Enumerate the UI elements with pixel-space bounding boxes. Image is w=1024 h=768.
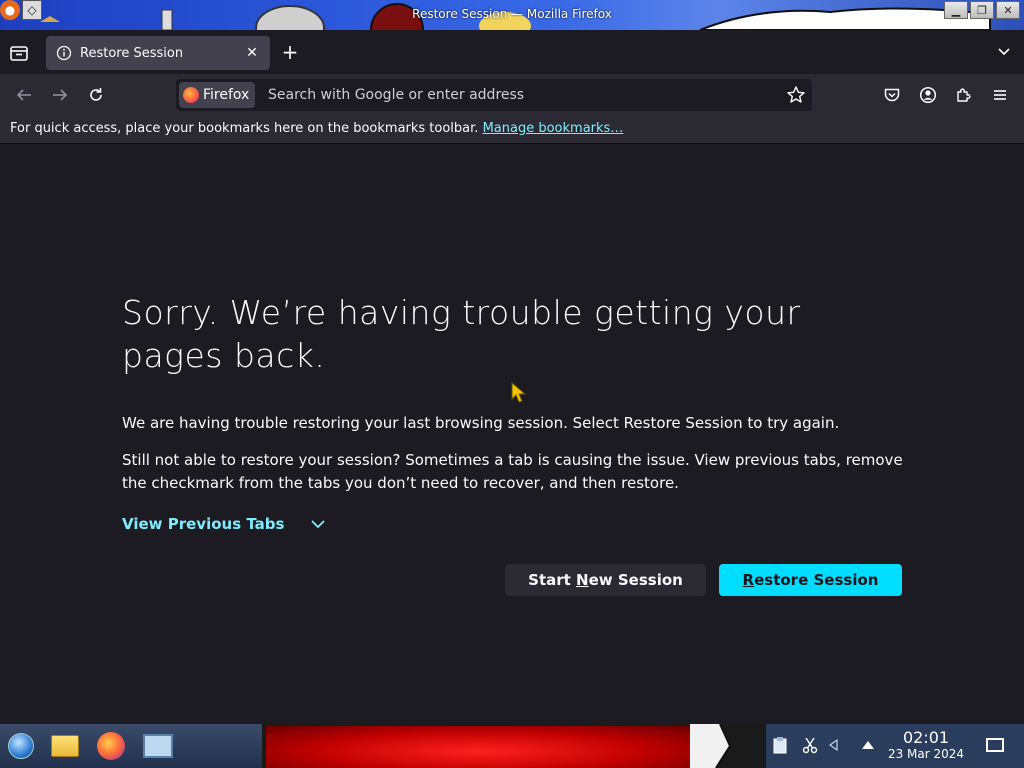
volume-icon <box>828 738 838 752</box>
restore-description: We are having trouble restoring your las… <box>122 414 840 432</box>
start-new-session-button[interactable]: Start New Session <box>505 564 706 596</box>
wallpaper-art-decoration <box>690 724 732 768</box>
close-button[interactable]: ✕ <box>996 1 1020 19</box>
view-previous-tabs-toggle[interactable]: View Previous Tabs <box>122 515 326 533</box>
identity-box[interactable]: Firefox <box>179 82 256 108</box>
file-manager-launcher[interactable] <box>49 730 81 762</box>
address-input[interactable] <box>268 79 768 111</box>
window-titlebar: ● ◇ Restore Session — Mozilla Firefox ▁ … <box>0 0 1024 30</box>
view-previous-tabs-label: View Previous Tabs <box>122 515 285 533</box>
mouse-cursor-icon <box>511 382 527 403</box>
troubleshoot-description: Still not able to restore your session? … <box>122 451 903 492</box>
chevron-down-icon[interactable] <box>996 44 1012 60</box>
bookmarks-message: For quick access, place your bookmarks h… <box>10 121 479 136</box>
info-icon <box>56 45 72 61</box>
tab-strip: Restore Session ✕ + <box>0 30 1024 74</box>
show-desktop-button[interactable] <box>986 738 1004 752</box>
clock-date: 23 Mar 2024 <box>887 747 965 761</box>
start-orb-icon <box>8 733 34 759</box>
tab-label: Restore Session <box>80 45 184 61</box>
firefox-logo-icon <box>183 87 199 103</box>
page-title: Sorry. We’re having trouble getting your… <box>122 293 801 375</box>
scissors-icon <box>802 737 818 754</box>
restore-button[interactable]: ❐ <box>970 1 994 19</box>
system-settings-launcher[interactable] <box>142 730 174 762</box>
tray-expand-button[interactable] <box>859 736 877 754</box>
puzzle-icon <box>957 88 971 102</box>
hamburger-menu-icon <box>994 90 1006 100</box>
extensions-button[interactable] <box>953 84 975 106</box>
pocket-icon <box>884 88 900 102</box>
new-tab-button[interactable]: + <box>280 42 300 62</box>
url-bar: Firefox <box>176 79 812 111</box>
folder-icon <box>51 735 79 757</box>
chevron-down-icon <box>311 520 326 529</box>
account-icon <box>919 86 937 104</box>
volume-tray-icon[interactable] <box>826 736 844 754</box>
reload-icon <box>90 88 102 101</box>
star-icon[interactable] <box>786 85 806 105</box>
window-controls: ▁ ❐ ✕ <box>944 1 1020 19</box>
bookmarks-toolbar: For quick access, place your bookmarks h… <box>0 116 1024 144</box>
app-menu-button[interactable] <box>989 84 1011 106</box>
firefox-view-icon[interactable] <box>8 42 30 64</box>
arrow-left-icon <box>16 89 31 101</box>
account-button[interactable] <box>917 84 939 106</box>
pocket-button[interactable] <box>881 84 903 106</box>
firefox-launcher[interactable] <box>95 730 127 762</box>
navigation-toolbar: Firefox <box>0 74 1024 116</box>
clipboard-icon <box>773 737 787 754</box>
forward-button[interactable] <box>49 84 71 106</box>
minimize-button[interactable]: ▁ <box>944 1 968 19</box>
monitor-icon <box>143 734 173 758</box>
triangle-up-icon <box>862 741 874 749</box>
firefox-icon <box>97 732 125 760</box>
window-title: Restore Session — Mozilla Firefox <box>412 7 612 21</box>
identity-label: Firefox <box>203 87 250 103</box>
start-button[interactable] <box>5 730 37 762</box>
restore-session-button[interactable]: Restore Session <box>719 564 902 596</box>
reload-button[interactable] <box>85 84 107 106</box>
screenshot-tray-icon[interactable] <box>801 736 819 754</box>
page-content: Sorry. We’re having trouble getting your… <box>0 145 1024 724</box>
tab-restore-session[interactable]: Restore Session ✕ <box>46 36 270 70</box>
taskbar-wallpaper-art <box>266 726 692 768</box>
os-taskbar: 02:01 23 Mar 2024 <box>0 724 1024 768</box>
taskbar-clock[interactable]: 02:01 23 Mar 2024 <box>884 728 968 762</box>
manage-bookmarks-link[interactable]: Manage bookmarks… <box>483 121 624 136</box>
arrow-right-icon <box>53 89 68 101</box>
taskbar-launcher-area <box>0 724 262 768</box>
close-tab-icon[interactable]: ✕ <box>244 45 260 61</box>
clipboard-tray-icon[interactable] <box>771 736 789 754</box>
back-button[interactable] <box>13 84 35 106</box>
clock-time: 02:01 <box>902 728 950 747</box>
